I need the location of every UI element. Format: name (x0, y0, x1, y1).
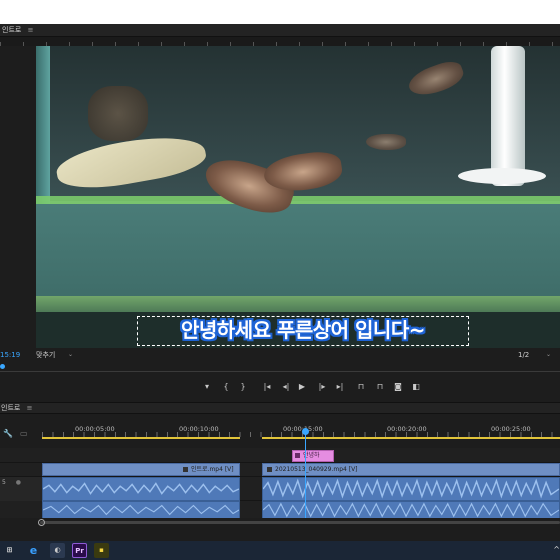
windows-taskbar: ⊞ e ◐ Pr ▪ ^ (0, 541, 560, 560)
add-marker-button[interactable]: ▾ (201, 381, 213, 393)
audio-clip[interactable] (42, 501, 240, 519)
audio-waveform (263, 502, 559, 518)
sticky-notes-icon[interactable]: ▪ (94, 543, 109, 558)
audio-waveform (263, 478, 559, 499)
video-clip[interactable]: 20210513_040929.mp4 [V] (262, 463, 560, 476)
step-back-button[interactable]: ◂| (278, 381, 294, 393)
go-to-out-button[interactable]: ▸| (332, 381, 348, 393)
timeline-playhead[interactable] (305, 428, 306, 518)
comparison-view-button[interactable]: ◧ (410, 381, 422, 393)
tank-glass-edge (36, 196, 560, 204)
transport-controls: ▾ { } |◂ ◂| ▶ |▸ ▸| ⊓ ⊓ ◙ ◧ (0, 378, 560, 398)
subtitle-text[interactable]: 안녕하세요 푸른상어 입니다~ (137, 316, 469, 346)
filter-pipe-base (458, 168, 546, 184)
program-monitor-tab-label[interactable]: 인트로 (2, 26, 21, 34)
timeline-zoom-scrollbar[interactable] (0, 518, 560, 528)
graphics-track (0, 448, 560, 463)
marker-icon[interactable]: ▭ (20, 429, 28, 438)
timeline-tab[interactable]: 인트로 ≡ (0, 402, 560, 414)
tank-floor (36, 204, 560, 299)
ie-icon[interactable]: e (26, 543, 41, 558)
mark-out-button[interactable]: } (237, 381, 249, 393)
timeline-tools: 🔧 ▭ (0, 420, 42, 450)
panel-menu-icon[interactable]: ≡ (28, 26, 34, 34)
chevron-down-icon[interactable]: ⌄ (546, 348, 551, 362)
program-monitor-tab[interactable]: 인트로 ≡ (0, 24, 560, 37)
monitor-ruler (0, 37, 560, 46)
mark-in-button[interactable]: { (220, 381, 232, 393)
mic-icon[interactable]: ● (16, 479, 21, 486)
fish (366, 134, 406, 150)
program-monitor-video[interactable] (36, 46, 560, 348)
monitor-status-bar: 15:19 맞추기 ⌄ 1/2 ⌄ (0, 348, 560, 362)
go-to-in-button[interactable]: |◂ (259, 381, 275, 393)
fx-badge-icon (295, 453, 300, 458)
lift-button[interactable]: ⊓ (355, 381, 367, 393)
work-area-bar[interactable] (42, 437, 240, 439)
resolution-select[interactable]: 1/2 (518, 348, 529, 362)
video-clip[interactable]: 인트로.mp4 [V] (42, 463, 240, 476)
start-icon[interactable]: ⊞ (2, 543, 17, 558)
export-frame-button[interactable]: ◙ (392, 381, 404, 393)
track-number: 5 (2, 479, 6, 486)
audio-track-header[interactable]: 5 ● (0, 477, 42, 501)
filter-pipe (491, 46, 525, 186)
tray-expand-icon[interactable]: ^ (553, 545, 560, 554)
subtitle-graphic-clip[interactable]: 안녕하 (292, 450, 334, 462)
video-clip-label: 인트로.mp4 [V] (191, 466, 234, 473)
chevron-down-icon[interactable]: ⌄ (68, 348, 73, 362)
playhead-handle[interactable] (302, 428, 309, 435)
playhead-timecode[interactable]: 15:19 (0, 348, 20, 362)
video-clip-label: 20210513_040929.mp4 [V] (275, 466, 358, 473)
fx-badge-icon (183, 467, 188, 472)
monitor-playhead-marker[interactable] (0, 364, 5, 369)
step-forward-button[interactable]: |▸ (314, 381, 330, 393)
audio-waveform (43, 482, 239, 495)
zoom-select[interactable]: 맞추기 (36, 348, 55, 362)
scrollbar-track[interactable] (40, 521, 560, 524)
monitor-mini-timeline[interactable] (0, 362, 560, 372)
premiere-icon[interactable]: Pr (72, 543, 87, 558)
top-white-strip (0, 0, 560, 24)
fx-badge-icon (267, 467, 272, 472)
audio-clip[interactable] (262, 501, 560, 519)
explorer-icon[interactable]: ◐ (50, 543, 65, 558)
timeline-tab-label[interactable]: 인트로 (1, 404, 20, 412)
extract-button[interactable]: ⊓ (374, 381, 386, 393)
work-area-bar[interactable] (262, 437, 560, 439)
wrench-icon[interactable]: 🔧 (3, 429, 13, 438)
scrollbar-handle[interactable] (38, 519, 45, 526)
play-button[interactable]: ▶ (296, 381, 308, 393)
panel-menu-icon[interactable]: ≡ (27, 404, 33, 412)
tank-ledge (36, 296, 560, 312)
driftwood-decoration (88, 86, 148, 141)
audio-clip[interactable] (262, 477, 560, 501)
audio-clip[interactable] (42, 477, 240, 501)
audio-waveform (43, 504, 239, 516)
